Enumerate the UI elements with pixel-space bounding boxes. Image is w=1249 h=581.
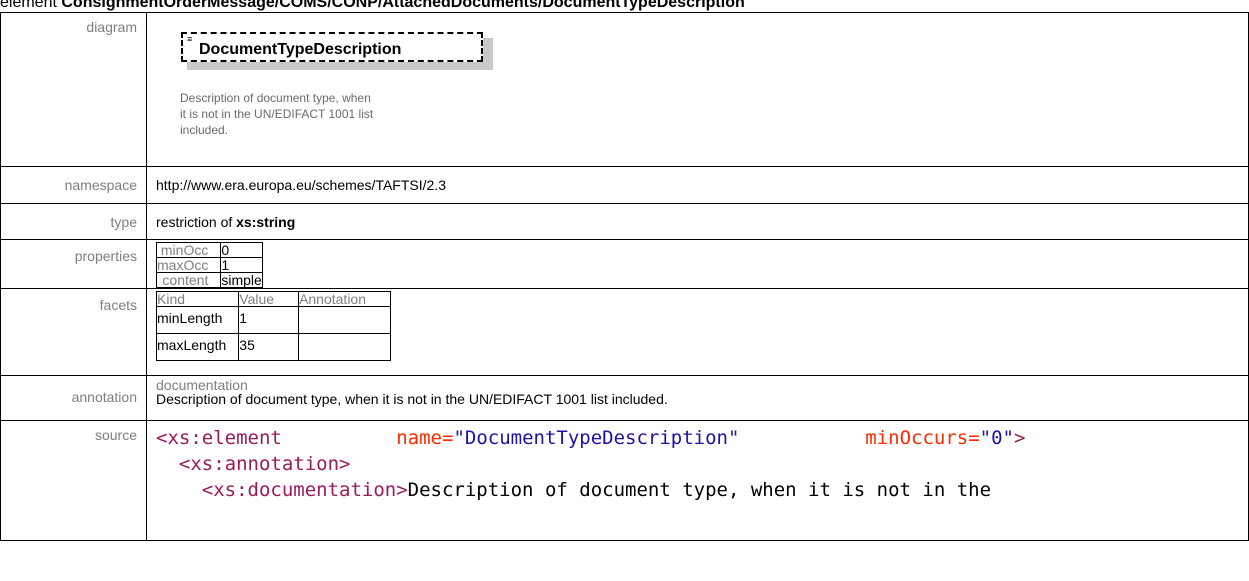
annotation-cell: documentation Description of document ty… (146, 375, 1249, 421)
element-content-icon: ≡ (187, 34, 193, 44)
facet-kind: maxLength (155, 333, 240, 361)
facet-kind: minLength (155, 306, 240, 334)
namespace-value: http://www.era.europa.eu/schemes/TAFTSI/… (146, 166, 1249, 204)
facets-header-kind: Kind (155, 291, 240, 307)
row-diagram: diagram ≡ DocumentTypeDescription Descri… (0, 12, 1249, 167)
diagram-cell: ≡ DocumentTypeDescription Description of… (146, 12, 1249, 167)
code-text: Description of document type, when it is… (407, 479, 992, 501)
annotation-sublabel: documentation (156, 377, 248, 393)
row-label-type: type (0, 203, 147, 240)
doc-line: Description of document type, when (180, 91, 371, 105)
row-label-properties: properties (0, 239, 147, 289)
properties-cell: minOcc 0 maxOcc 1 content simple (146, 239, 1249, 289)
facet-row: maxLength 35 (155, 333, 392, 361)
row-namespace: namespace http://www.era.europa.eu/schem… (0, 166, 1249, 204)
property-value: 1 (220, 257, 263, 273)
code-tag: <xs:documentation> (201, 479, 408, 501)
schema-diagram: ≡ DocumentTypeDescription Description of… (156, 19, 1248, 159)
row-label-namespace: namespace (0, 166, 147, 204)
element-doc-table: diagram ≡ DocumentTypeDescription Descri… (0, 12, 1249, 541)
code-attr: name= (396, 427, 454, 449)
title-prefix: element (0, 0, 57, 11)
code-attr: minOccurs= (865, 427, 980, 449)
type-value: restriction of xs:string (146, 203, 1249, 240)
row-label-facets: facets (0, 288, 147, 376)
page-title: element ConsignmentOrderMessage/COMS/CON… (0, 0, 1249, 12)
element-node-box: ≡ DocumentTypeDescription (181, 32, 483, 62)
code-attr-value: "0" (979, 427, 1014, 449)
row-facets: facets Kind Value Annotation minLength 1… (0, 288, 1249, 376)
facets-header-row: Kind Value Annotation (155, 291, 392, 307)
property-row: maxOcc 1 (155, 257, 263, 273)
annotation-text: Description of document type, when it is… (156, 391, 668, 407)
facet-row: minLength 1 (155, 306, 392, 334)
facets-header-value: Value (238, 291, 300, 307)
code-tag-close: > (1013, 427, 1026, 449)
property-value: 0 (220, 242, 263, 258)
element-node: ≡ DocumentTypeDescription (181, 32, 493, 70)
code-tag: <xs:annotation> (178, 453, 351, 475)
property-row: content simple (155, 272, 263, 288)
source-code: <xs:element name="DocumentTypeDescriptio… (156, 425, 1248, 503)
type-base: xs:string (236, 214, 296, 230)
row-type: type restriction of xs:string (0, 203, 1249, 240)
row-properties: properties minOcc 0 maxOcc 1 content sim… (0, 239, 1249, 289)
row-label-annotation: annotation (0, 375, 147, 421)
properties-table: minOcc 0 maxOcc 1 content simple (155, 242, 263, 288)
row-source: source <xs:element name="DocumentTypeDes… (0, 420, 1249, 541)
property-value: simple (220, 272, 263, 288)
facet-value: 35 (238, 333, 300, 361)
doc-line: it is not in the UN/EDIFACT 1001 list (180, 107, 374, 121)
facet-value: 1 (238, 306, 300, 334)
row-annotation: annotation documentation Description of … (0, 375, 1249, 421)
code-attr-value: "DocumentTypeDescription" (453, 427, 740, 449)
facets-table: Kind Value Annotation minLength 1 maxLen… (155, 291, 392, 361)
title-path: ConsignmentOrderMessage/COMS/CONP/Attach… (61, 0, 745, 11)
doc-line: included. (180, 123, 229, 137)
code-tag: <xs:element (156, 427, 282, 449)
source-cell: <xs:element name="DocumentTypeDescriptio… (146, 420, 1249, 541)
property-row: minOcc 0 (155, 242, 263, 258)
property-key: maxOcc (155, 257, 222, 273)
element-node-name: DocumentTypeDescription (199, 41, 402, 58)
row-label-diagram: diagram (0, 12, 147, 167)
facets-header-annotation: Annotation (298, 291, 392, 307)
row-label-source: source (0, 420, 147, 541)
property-key: minOcc (155, 242, 222, 258)
type-prefix: restriction of (156, 214, 237, 230)
property-key: content (155, 272, 222, 288)
facets-cell: Kind Value Annotation minLength 1 maxLen… (146, 288, 1249, 376)
element-node-doc: Description of document type, when it is… (180, 90, 410, 138)
